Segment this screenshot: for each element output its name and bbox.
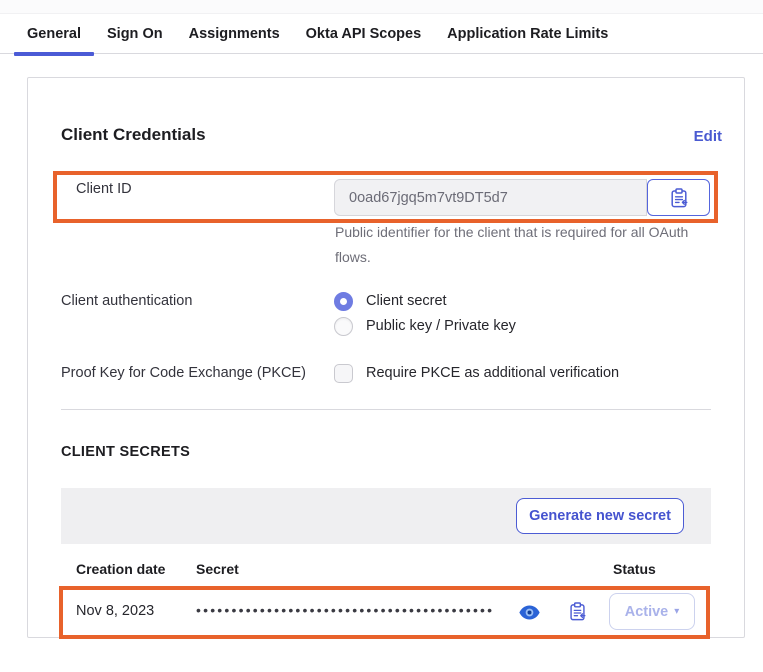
clipboard-copy-icon bbox=[670, 188, 688, 208]
pkce-checkbox-label[interactable]: Require PKCE as additional verification bbox=[366, 365, 619, 381]
radio-client-secret-label[interactable]: Client secret bbox=[366, 293, 447, 309]
client-credentials-card: Client Credentials Edit Client ID Public… bbox=[27, 77, 745, 638]
tab-general[interactable]: General bbox=[14, 14, 94, 54]
client-id-help-text: Public identifier for the client that is… bbox=[335, 220, 719, 270]
copy-client-id-button[interactable] bbox=[647, 179, 710, 216]
client-secrets-title: CLIENT SECRETS bbox=[61, 444, 190, 460]
tab-application-rate-limits[interactable]: Application Rate Limits bbox=[434, 14, 621, 54]
eye-icon bbox=[519, 605, 540, 620]
reveal-secret-button[interactable] bbox=[517, 603, 541, 621]
column-header-creation-date: Creation date bbox=[76, 561, 165, 577]
masked-secret-value: ••••••••••••••••••••••••••••••••••••••••… bbox=[196, 602, 494, 618]
tab-assignments[interactable]: Assignments bbox=[176, 14, 293, 54]
pkce-label: Proof Key for Code Exchange (PKCE) bbox=[61, 365, 306, 381]
client-credentials-title: Client Credentials bbox=[61, 125, 206, 145]
pkce-checkbox[interactable] bbox=[334, 364, 353, 383]
column-header-secret: Secret bbox=[196, 561, 239, 577]
okta-app-settings-page: General Sign On Assignments Okta API Sco… bbox=[0, 0, 763, 672]
section-divider bbox=[61, 409, 711, 410]
tab-okta-api-scopes[interactable]: Okta API Scopes bbox=[293, 14, 435, 54]
radio-client-secret[interactable] bbox=[334, 292, 353, 311]
top-strip bbox=[0, 0, 763, 14]
generate-new-secret-button[interactable]: Generate new secret bbox=[516, 498, 684, 534]
radio-public-private-key[interactable] bbox=[334, 317, 353, 336]
copy-secret-button[interactable] bbox=[565, 599, 589, 623]
radio-public-private-key-label[interactable]: Public key / Private key bbox=[366, 318, 516, 334]
edit-button[interactable]: Edit bbox=[694, 128, 722, 145]
secret-creation-date: Nov 8, 2023 bbox=[76, 603, 154, 619]
column-header-status: Status bbox=[613, 561, 656, 577]
clipboard-copy-icon bbox=[569, 602, 586, 621]
status-badge: Active bbox=[625, 604, 669, 620]
tab-sign-on[interactable]: Sign On bbox=[94, 14, 176, 54]
client-id-input[interactable] bbox=[334, 179, 647, 216]
client-authentication-label: Client authentication bbox=[61, 293, 192, 309]
app-tabs: General Sign On Assignments Okta API Sco… bbox=[0, 14, 763, 54]
client-id-label: Client ID bbox=[76, 181, 132, 197]
client-secrets-toolbar: Generate new secret bbox=[61, 488, 711, 544]
chevron-down-icon: ▾ bbox=[674, 606, 679, 617]
secret-status-dropdown[interactable]: Active ▾ bbox=[609, 593, 695, 630]
